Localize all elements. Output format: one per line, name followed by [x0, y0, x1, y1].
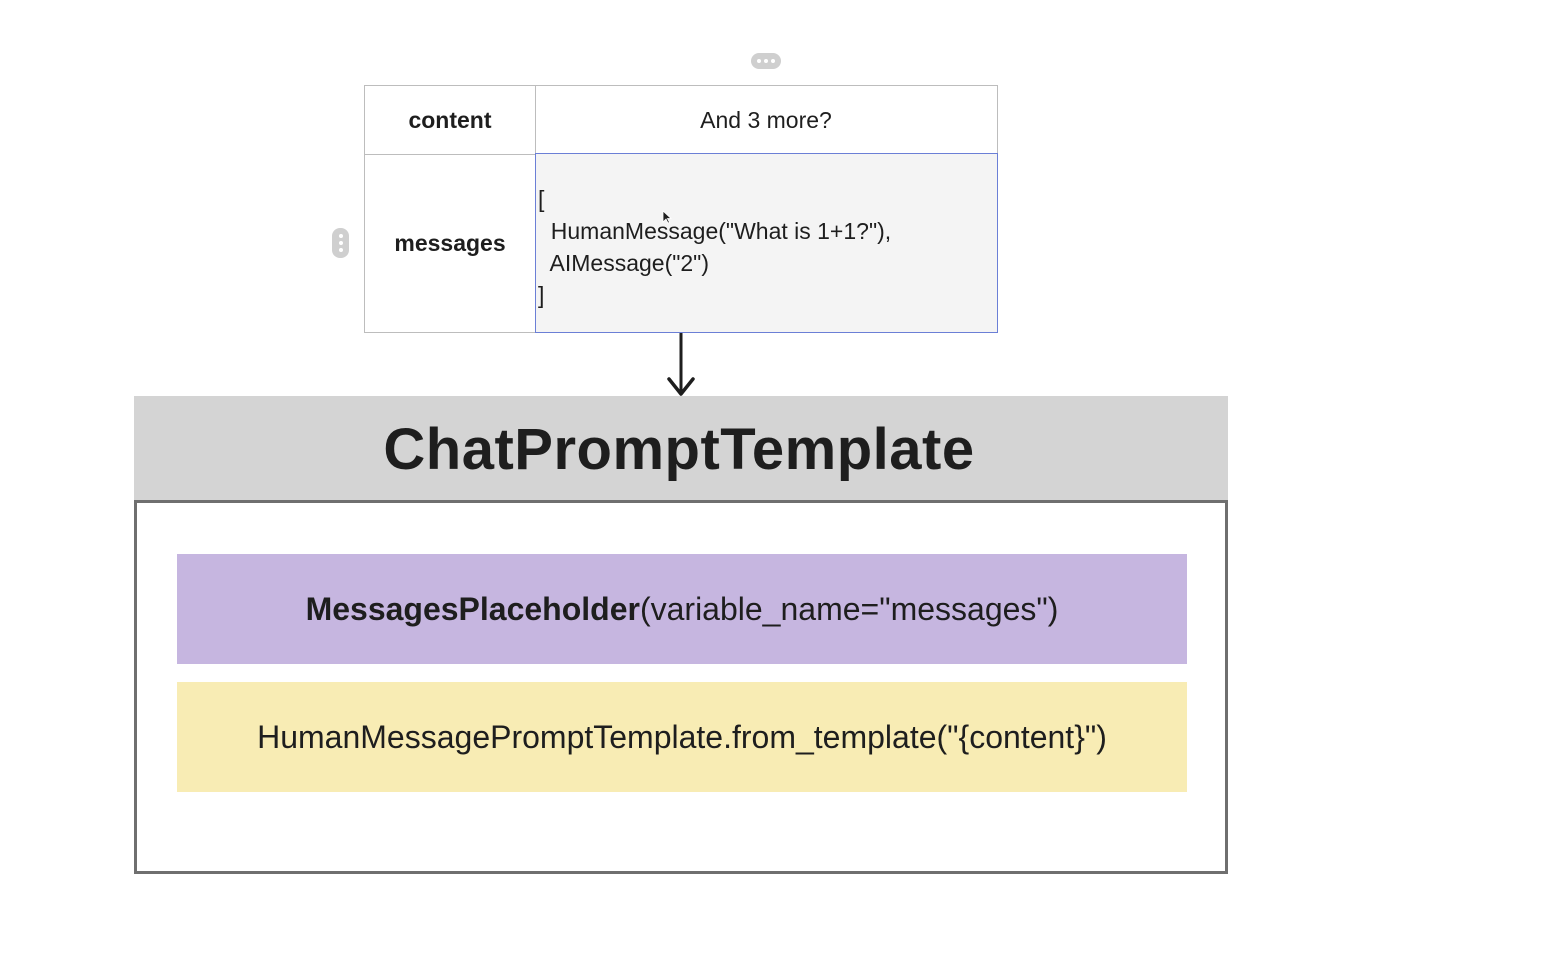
placeholder-class-name: MessagesPlaceholder: [305, 590, 640, 627]
down-arrow-connector: [667, 333, 695, 396]
table-row: messages [ HumanMessage("What is 1+1?"),…: [365, 153, 998, 333]
messages-value-text: [ HumanMessage("What is 1+1?"), AIMessag…: [536, 154, 891, 311]
human-message-template-block[interactable]: HumanMessagePromptTemplate.from_template…: [177, 682, 1187, 792]
more-icon-dot: [757, 59, 761, 63]
key-cell-messages[interactable]: messages: [365, 154, 536, 332]
drag-icon-dot: [338, 241, 343, 245]
key-cell-content[interactable]: content: [365, 86, 536, 154]
code-line: AIMessage("2"): [538, 250, 710, 276]
human-template-text: HumanMessagePromptTemplate.from_template…: [257, 718, 1107, 755]
input-table: content And 3 more? messages [ HumanMess…: [364, 85, 998, 333]
drag-icon-dot: [338, 234, 343, 238]
more-icon-dot: [771, 59, 775, 63]
code-line: ]: [538, 282, 545, 308]
table-row: content And 3 more?: [365, 86, 997, 155]
value-cell-content[interactable]: And 3 more?: [535, 86, 997, 154]
mouse-cursor-icon: [662, 210, 672, 224]
chat-prompt-template-title: ChatPromptTemplate: [383, 416, 975, 482]
code-line: [: [538, 186, 545, 212]
row-drag-handle[interactable]: [332, 228, 349, 258]
drag-icon-dot: [338, 248, 343, 252]
chat-prompt-template-body: MessagesPlaceholder (variable_name="messa…: [134, 500, 1228, 874]
messages-placeholder-block[interactable]: MessagesPlaceholder (variable_name="messa…: [177, 554, 1187, 664]
placeholder-args: (variable_name="messages"): [639, 590, 1059, 627]
code-line: HumanMessage("What is 1+1?"),: [538, 218, 892, 244]
table-more-options-handle[interactable]: [751, 53, 781, 69]
more-icon-dot: [764, 59, 768, 63]
value-cell-messages[interactable]: [ HumanMessage("What is 1+1?"), AIMessag…: [535, 153, 998, 333]
chat-prompt-template-header[interactable]: ChatPromptTemplate: [134, 396, 1228, 502]
